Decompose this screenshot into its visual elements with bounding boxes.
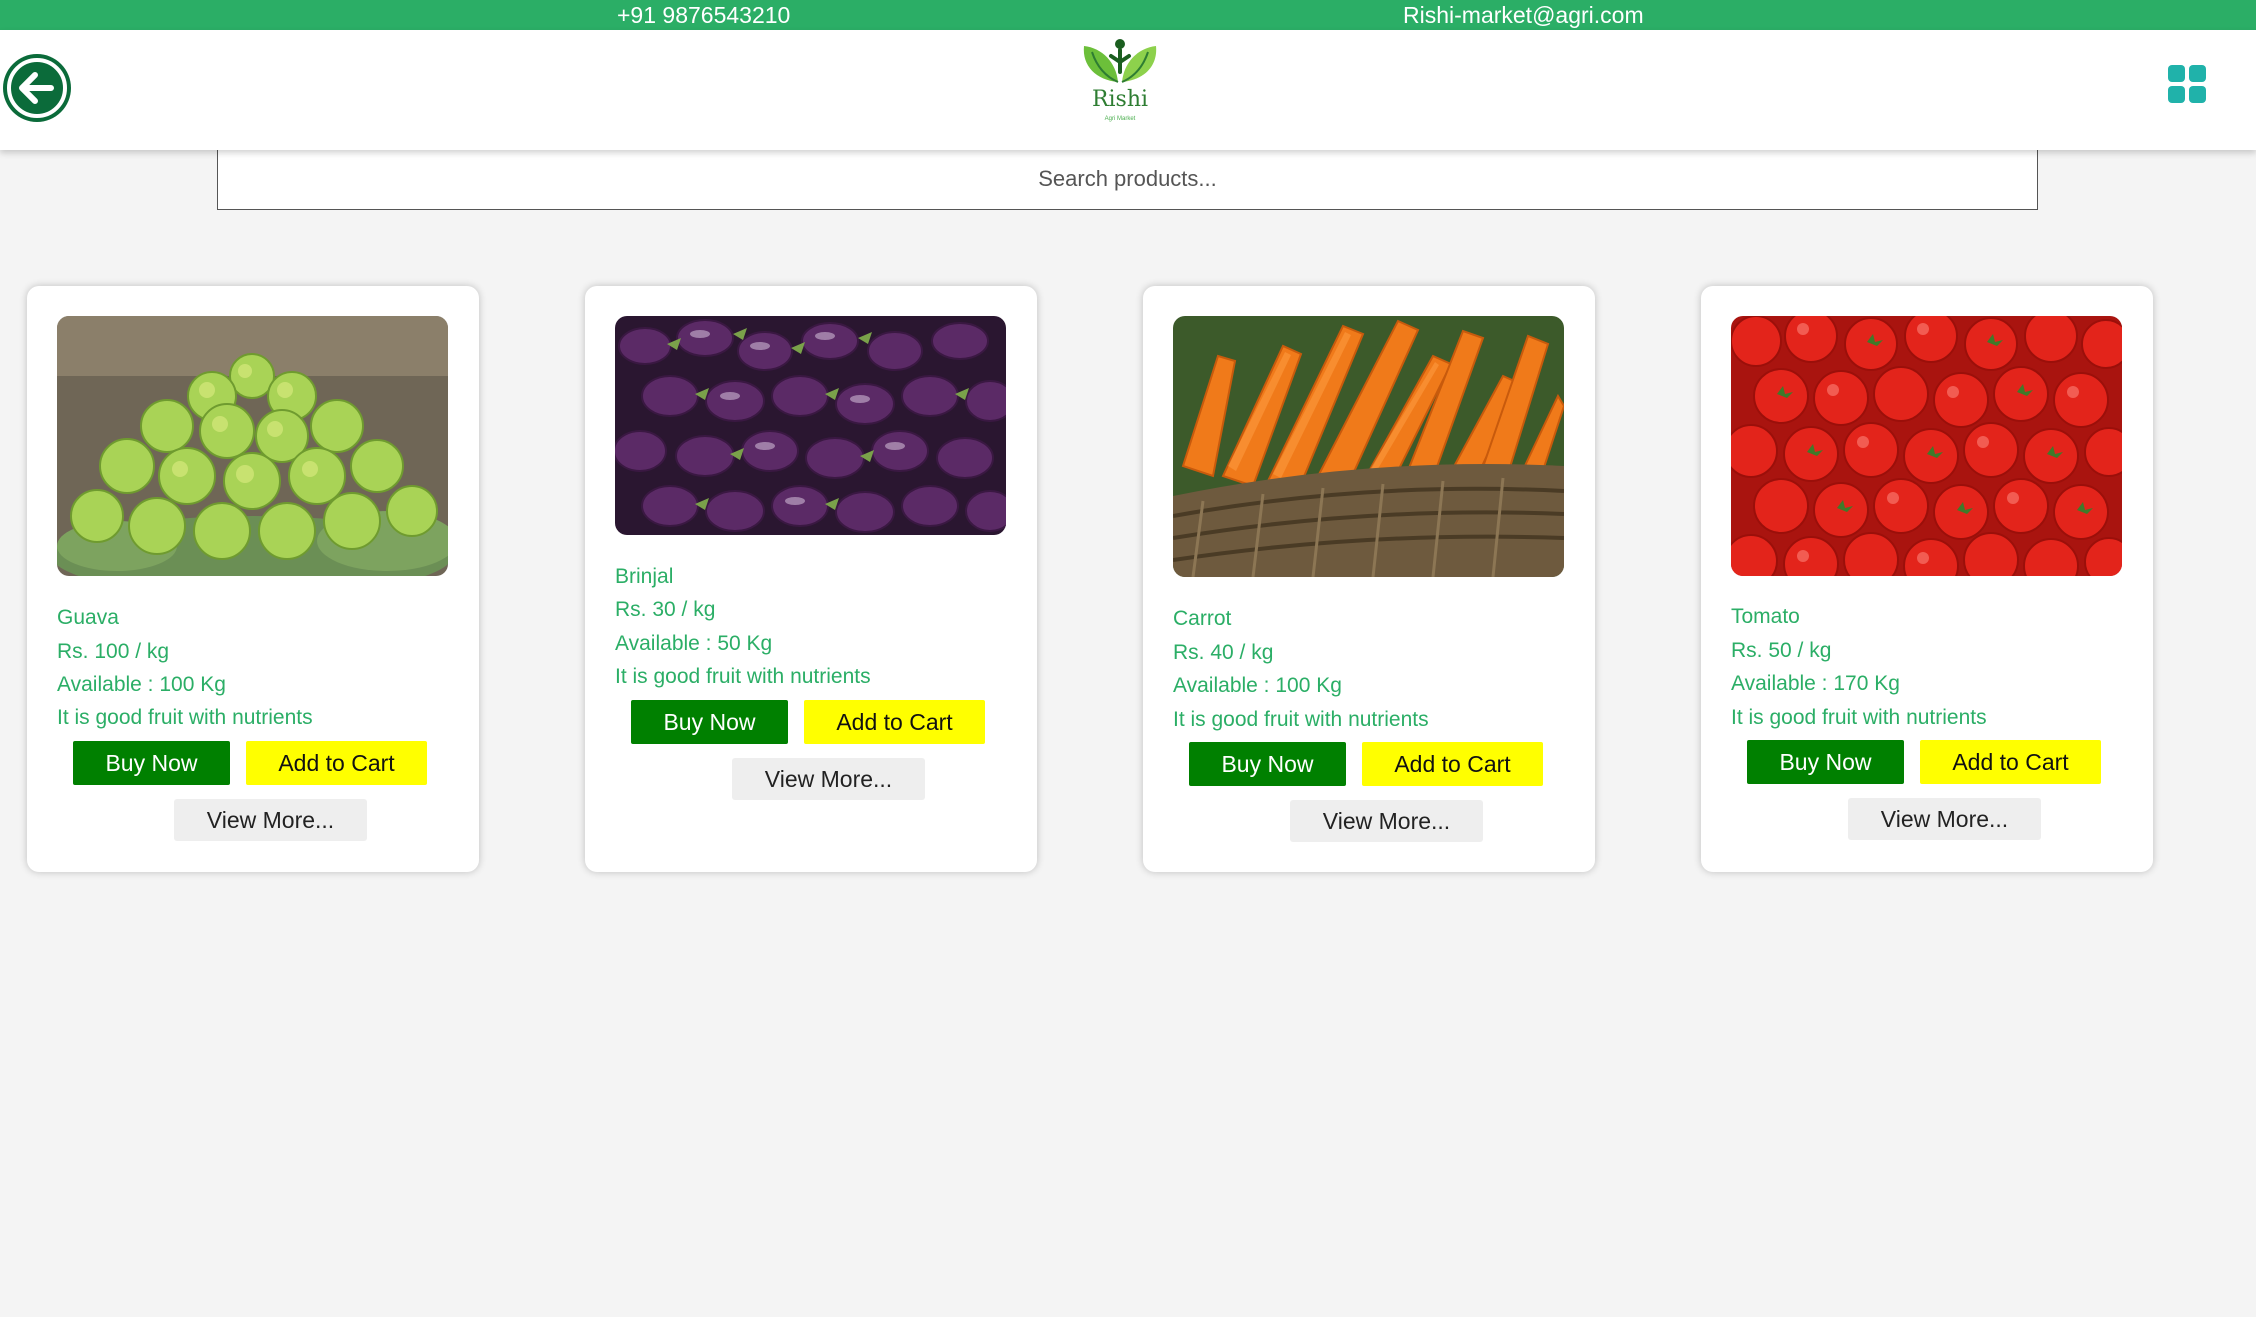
contact-email: Rishi-market@agri.com	[1403, 2, 1644, 28]
buy-now-button[interactable]: Buy Now	[631, 700, 788, 744]
buy-now-button[interactable]: Buy Now	[1189, 742, 1346, 786]
product-card-guava: Guava Rs. 100 / kg Available : 100 Kg It…	[27, 286, 479, 872]
product-card-carrot: Carrot Rs. 40 / kg Available : 100 Kg It…	[1143, 286, 1595, 872]
product-availability: Available : 100 Kg	[57, 673, 226, 696]
product-image-guava[interactable]	[57, 316, 448, 576]
product-description: It is good fruit with nutrients	[1731, 706, 1987, 729]
product-name: Guava	[57, 606, 119, 629]
product-image-carrot[interactable]	[1173, 316, 1564, 577]
product-availability: Available : 50 Kg	[615, 632, 773, 655]
carrot-image	[1173, 316, 1564, 577]
product-card-tomato: Tomato Rs. 50 / kg Available : 170 Kg It…	[1701, 286, 2153, 872]
buy-now-button[interactable]: Buy Now	[1747, 740, 1904, 784]
product-price: Rs. 100 / kg	[57, 640, 170, 663]
search-input[interactable]	[217, 148, 2038, 210]
leaf-person-logo	[1083, 39, 1157, 83]
brand-name: Rishi	[1091, 87, 1149, 112]
arrow-left-circle-icon	[7, 58, 67, 118]
view-more-button[interactable]: View More...	[1290, 800, 1483, 842]
buy-now-button[interactable]: Buy Now	[73, 741, 230, 785]
add-to-cart-button[interactable]: Add to Cart	[1920, 740, 2101, 784]
menu-button[interactable]	[2168, 65, 2206, 103]
product-image-brinjal[interactable]	[615, 316, 1006, 535]
add-to-cart-button[interactable]: Add to Cart	[804, 700, 985, 744]
product-name: Carrot	[1173, 607, 1232, 630]
brand-logo[interactable]: Rishi Agri Market	[1078, 36, 1162, 140]
product-name: Brinjal	[615, 565, 674, 588]
view-more-button[interactable]: View More...	[1848, 798, 2041, 840]
top-contact-bar: +91 9876543210 Rishi-market@agri.com	[0, 0, 2256, 30]
product-description: It is good fruit with nutrients	[57, 706, 313, 729]
product-price: Rs. 50 / kg	[1731, 639, 1832, 662]
grid-icon	[2168, 65, 2206, 103]
product-price: Rs. 40 / kg	[1173, 641, 1274, 664]
product-card-brinjal: Brinjal Rs. 30 / kg Available : 50 Kg It…	[585, 286, 1037, 872]
product-description: It is good fruit with nutrients	[1173, 708, 1429, 731]
guava-image	[57, 316, 448, 576]
contact-phone: +91 9876543210	[617, 2, 791, 28]
product-price: Rs. 30 / kg	[615, 598, 716, 621]
view-more-button[interactable]: View More...	[732, 758, 925, 800]
product-availability: Available : 170 Kg	[1731, 672, 1900, 695]
view-more-button[interactable]: View More...	[174, 799, 367, 841]
add-to-cart-button[interactable]: Add to Cart	[246, 741, 427, 785]
add-to-cart-button[interactable]: Add to Cart	[1362, 742, 1543, 786]
brand-tagline: Agri Market	[1104, 116, 1136, 122]
product-image-tomato[interactable]	[1731, 316, 2122, 576]
site-header: Rishi Agri Market	[0, 30, 2256, 150]
product-description: It is good fruit with nutrients	[615, 665, 871, 688]
tomato-image	[1731, 316, 2122, 576]
product-name: Tomato	[1731, 605, 1800, 628]
brinjal-image	[615, 316, 1006, 535]
product-availability: Available : 100 Kg	[1173, 674, 1342, 697]
back-button[interactable]	[3, 54, 71, 122]
